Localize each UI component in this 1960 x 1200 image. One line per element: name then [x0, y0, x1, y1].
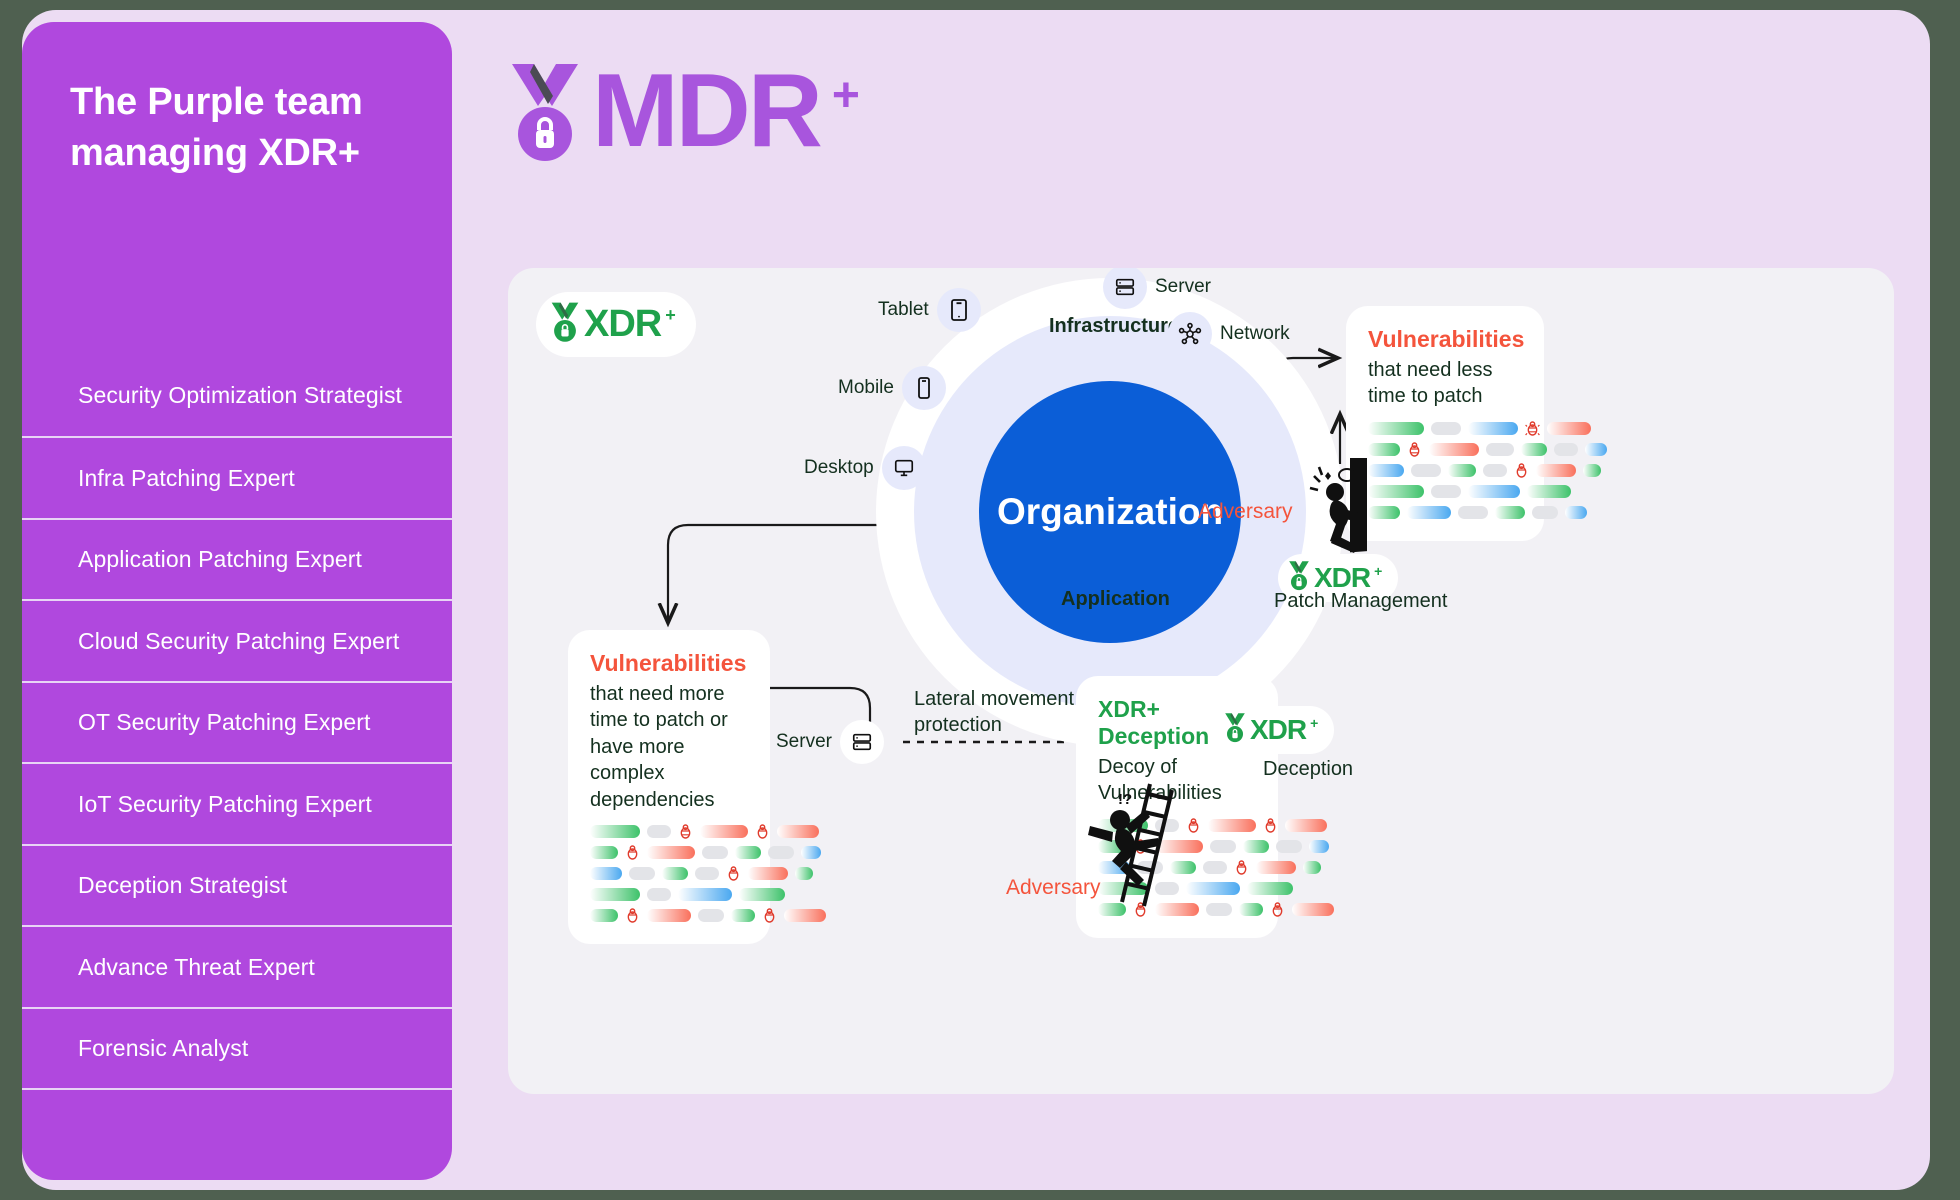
node-label: Tablet: [878, 299, 929, 320]
bug-icon: [1407, 441, 1422, 458]
bug-icon: [1234, 859, 1249, 876]
server-icon: [839, 720, 884, 764]
desktop-icon: [881, 446, 926, 490]
node-tablet[interactable]: Tablet: [878, 288, 981, 332]
node-desktop[interactable]: Desktop: [804, 446, 926, 490]
patch-management-caption: Patch Management: [1274, 590, 1448, 612]
card-vulnerabilities-more-time: Vulnerabilities that need more time to p…: [568, 630, 826, 944]
adversary-bottom-label: Adversary: [1006, 876, 1101, 899]
xdr-badge-plus: +: [1374, 563, 1383, 579]
sidebar-item-label: Security Optimization Strategist: [78, 382, 403, 409]
bug-icon: [1270, 901, 1285, 918]
xdr-badge-deception[interactable]: XDR +: [1214, 706, 1335, 754]
xdr-badge-word: XDR: [1250, 714, 1307, 745]
xdr-badge-plus: +: [1310, 715, 1319, 731]
sidebar-item-advance-threat-expert[interactable]: Advance Threat Expert: [22, 925, 452, 1007]
medal-lock-icon: [508, 60, 582, 164]
node-server-lateral[interactable]: Server: [776, 720, 884, 764]
sidebar-list: Security Optimization Strategist Infra P…: [22, 355, 452, 1180]
sidebar-item-cloud-security-patching-expert[interactable]: Cloud Security Patching Expert: [22, 599, 452, 681]
xdr-badge-plus: +: [665, 305, 676, 325]
node-label: Desktop: [804, 457, 874, 478]
sidebar-item-label: Infra Patching Expert: [78, 464, 295, 491]
bug-icon: [755, 823, 770, 840]
sidebar-item-label: Forensic Analyst: [78, 1035, 249, 1062]
sidebar-item-application-patching-expert[interactable]: Application Patching Expert: [22, 517, 452, 600]
tablet-icon: [936, 288, 981, 332]
bar-row: [1368, 421, 1591, 436]
medal-lock-icon: [1224, 712, 1246, 748]
vulnerability-bars: [590, 823, 826, 924]
application-label: Application: [1061, 588, 1170, 610]
xdr-badge-word: XDR: [584, 303, 662, 345]
bar-row: [590, 844, 821, 861]
adversary-wall-icon: [1298, 455, 1384, 569]
sidebar-item-forensic-analyst[interactable]: Forensic Analyst: [22, 1006, 452, 1089]
sidebar-item-ot-security-patching-expert[interactable]: OT Security Patching Expert: [22, 680, 452, 763]
mobile-icon: [901, 366, 946, 410]
bar-row: [1368, 484, 1571, 498]
bug-icon: [1263, 817, 1278, 834]
network-icon: [1168, 312, 1212, 356]
xdr-badge-top-left[interactable]: XDR +: [536, 292, 696, 357]
bar-row: [590, 907, 826, 924]
sidebar-footer-divider: [22, 1088, 452, 1134]
bug-icon: [762, 907, 777, 924]
sidebar-item-iot-security-patching-expert[interactable]: IoT Security Patching Expert: [22, 762, 452, 844]
bug-icon: [678, 823, 693, 840]
bug-icon: [1514, 462, 1529, 479]
adversary-top-label: Adversary: [1198, 500, 1293, 523]
vulnerability-bars: [1368, 421, 1607, 519]
bug-icon: [625, 844, 640, 861]
sidebar-item-label: Advance Threat Expert: [78, 953, 315, 980]
bar-row: [1368, 505, 1587, 519]
sidebar-item-infra-patching-expert[interactable]: Infra Patching Expert: [22, 436, 452, 518]
bar-row: [590, 865, 813, 882]
bar-row: [1368, 463, 1601, 478]
mdr-logo: MDR +: [508, 53, 860, 170]
card-title: Vulnerabilities: [1368, 326, 1525, 352]
bug-icon: [625, 907, 640, 924]
sidebar-item-label: Cloud Security Patching Expert: [78, 627, 400, 654]
node-server[interactable]: Server: [1103, 268, 1211, 309]
adversary-ladder-icon: !?: [1088, 780, 1198, 913]
card-subtitle: that need more time to patch or have mor…: [590, 683, 728, 811]
sidebar-title: The Purple team managing XDR+: [70, 81, 363, 174]
sidebar-item-label: OT Security Patching Expert: [78, 709, 371, 736]
node-label: Mobile: [838, 377, 894, 398]
card-title: Vulnerabilities: [590, 650, 747, 676]
node-label: Server: [1155, 276, 1211, 297]
screenshot-root: The Purple team managing XDR+ Security O…: [0, 0, 1960, 1200]
sidebar: The Purple team managing XDR+ Security O…: [22, 22, 452, 1180]
lateral-movement-label: Lateral movement protection: [914, 688, 1075, 736]
sidebar-item-label: Application Patching Expert: [78, 546, 362, 573]
bar-row: [1368, 441, 1607, 458]
node-label: Server: [776, 731, 832, 752]
infrastructure-label: Infrastructure: [1049, 315, 1180, 337]
deception-caption: Deception: [1263, 758, 1354, 780]
node-label: Network: [1220, 323, 1290, 344]
mdr-logo-plus: +: [831, 69, 860, 122]
mdr-logo-word: MDR: [592, 53, 823, 170]
sidebar-item-label: Deception Strategist: [78, 872, 288, 899]
medal-lock-icon: [550, 301, 580, 348]
bar-row: [590, 823, 819, 840]
diagram-canvas: XDR + Organization Infrastructure Applic…: [508, 268, 1894, 1094]
bug-icon: [1525, 420, 1540, 437]
bug-icon: [726, 865, 741, 882]
card-subtitle: that need less time to patch: [1368, 359, 1493, 408]
bar-row: [590, 887, 785, 901]
sidebar-item-label: IoT Security Patching Expert: [78, 790, 372, 817]
svg-text:!?: !?: [1118, 791, 1132, 808]
node-network[interactable]: Network: [1168, 312, 1290, 356]
sidebar-item-security-optimization-strategist[interactable]: Security Optimization Strategist: [22, 355, 452, 437]
server-icon: [1103, 268, 1147, 309]
node-mobile[interactable]: Mobile: [838, 366, 946, 410]
sidebar-item-deception-strategist[interactable]: Deception Strategist: [22, 843, 452, 926]
